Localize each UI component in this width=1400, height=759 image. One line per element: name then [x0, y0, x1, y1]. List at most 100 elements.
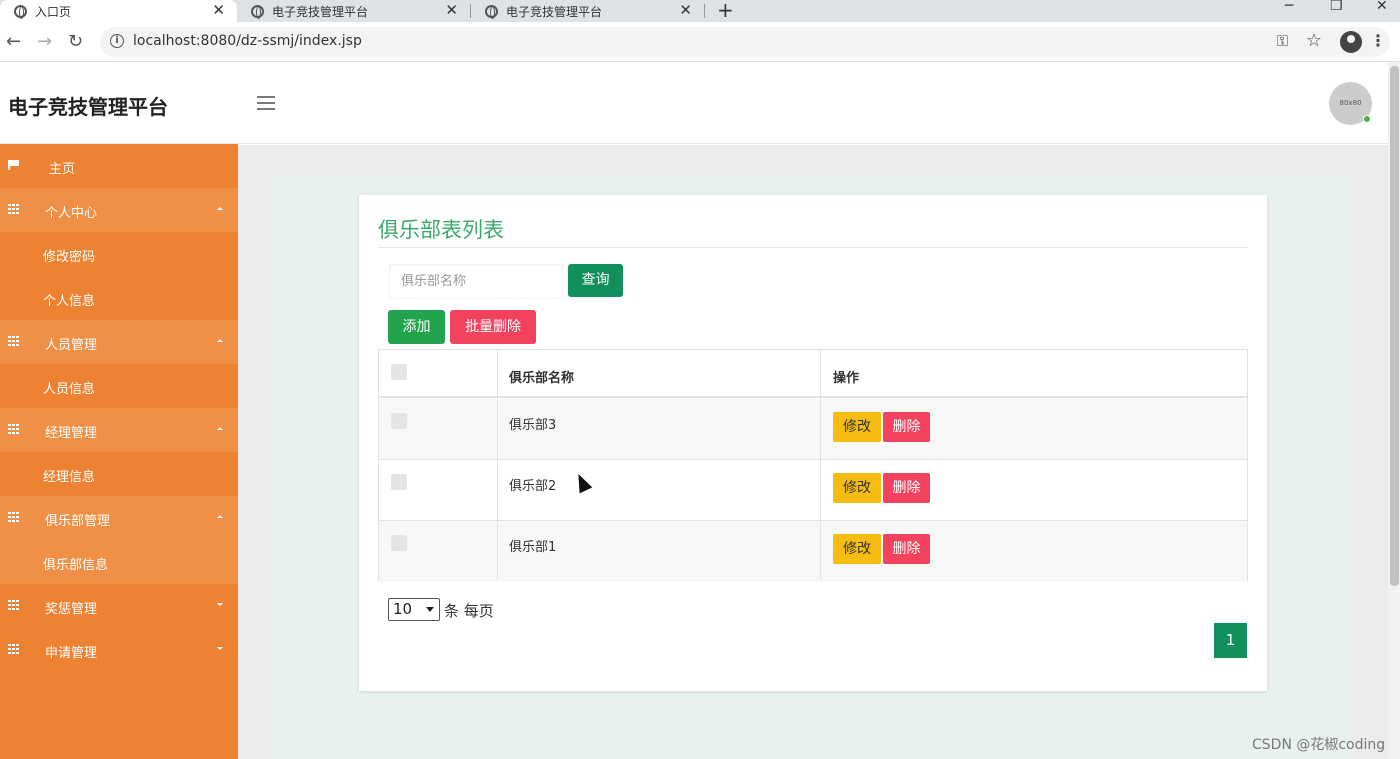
table-row: 俱乐部1 修改 删除 [379, 521, 1247, 582]
browser-tab-1[interactable]: 入口页 ✕ [0, 0, 237, 22]
address-bar: ← → ↻ i localhost:8080/dz-ssmj/index.jsp… [0, 22, 1400, 62]
sidebar-item-staff-info[interactable]: 人员信息 [0, 364, 238, 408]
url-text[interactable]: localhost:8080/dz-ssmj/index.jsp [133, 33, 362, 49]
url-field[interactable]: i localhost:8080/dz-ssmj/index.jsp ⚿ ☆ ⋮ [100, 27, 1390, 57]
delete-button[interactable]: 删除 [883, 534, 930, 564]
sidebar-item-home[interactable]: 主页 [0, 144, 238, 188]
chevron-up-icon [217, 207, 223, 210]
sidebar-group-club[interactable]: 俱乐部管理 [0, 496, 238, 540]
page-size-value: 10 [393, 600, 413, 618]
globe-icon [485, 4, 498, 19]
scrollbar-thumb[interactable] [1390, 66, 1399, 586]
column-header-name: 俱乐部名称 [509, 371, 575, 386]
chevron-up-icon [217, 515, 223, 518]
minimize-icon[interactable]: ─ [1285, 0, 1293, 14]
grid-icon [8, 512, 20, 522]
close-icon[interactable]: ✕ [212, 1, 225, 19]
new-tab-button[interactable]: + [717, 0, 734, 22]
globe-icon [251, 4, 264, 19]
forward-icon[interactable]: → [37, 31, 52, 52]
add-button[interactable]: 添加 [388, 310, 445, 344]
hamburger-icon[interactable] [257, 96, 275, 110]
browser-tab-2[interactable]: 电子竞技管理平台 ✕ [237, 0, 470, 22]
column-divider [820, 350, 821, 580]
edit-button[interactable]: 修改 [833, 473, 881, 503]
sidebar-item-label: 申请管理 [45, 646, 98, 661]
globe-icon [14, 4, 27, 19]
sidebar-group-personal[interactable]: 个人中心 [0, 188, 238, 232]
batch-delete-button[interactable]: 批量删除 [450, 310, 536, 344]
chevron-up-icon [217, 427, 223, 430]
tab-title: 电子竞技管理平台 [272, 4, 369, 19]
chevron-up-icon [217, 339, 223, 342]
reload-icon[interactable]: ↻ [68, 31, 83, 52]
club-name-cell: 俱乐部1 [509, 540, 557, 555]
table-row: 俱乐部3 修改 删除 [379, 399, 1247, 460]
info-icon[interactable]: i [110, 34, 124, 48]
sidebar-group-rewards[interactable]: 奖惩管理 [0, 584, 238, 628]
brand-title: 电子竞技管理平台 [8, 95, 168, 119]
club-name-cell: 俱乐部3 [509, 418, 557, 433]
close-icon[interactable]: ✕ [679, 1, 692, 19]
chevron-down-icon [217, 603, 223, 606]
window-close-icon[interactable]: ✕ [1376, 0, 1388, 14]
grid-icon [8, 204, 20, 214]
sidebar-item-label: 俱乐部管理 [45, 514, 111, 529]
sidebar-item-change-password[interactable]: 修改密码 [0, 232, 238, 276]
sidebar-group-applications[interactable]: 申请管理 [0, 628, 238, 672]
key-icon[interactable]: ⚿ [1277, 32, 1288, 50]
row-checkbox[interactable] [391, 413, 407, 429]
sidebar-item-label: 人员信息 [43, 382, 96, 397]
sidebar: 主页 个人中心 修改密码 个人信息 人员管理 人员信息 经理管理 经理信息 俱乐… [0, 144, 238, 759]
sidebar-item-personal-info[interactable]: 个人信息 [0, 276, 238, 320]
club-name-search-input[interactable]: 俱乐部名称 [389, 264, 563, 299]
grid-icon [8, 336, 20, 346]
edit-button[interactable]: 修改 [833, 534, 881, 564]
grid-icon [8, 424, 20, 434]
browser-tab-bar: 入口页 ✕ 电子竞技管理平台 ✕ 电子竞技管理平台 ✕ + ─ ❐ ✕ [0, 0, 1400, 22]
sidebar-item-label: 经理管理 [45, 426, 98, 441]
tab-title: 入口页 [35, 4, 72, 19]
query-button[interactable]: 查询 [568, 264, 623, 297]
watermark: CSDN @花椒coding [1252, 737, 1386, 753]
restore-icon[interactable]: ❐ [1330, 0, 1343, 14]
chevron-down-icon [217, 647, 223, 650]
tab-divider [704, 4, 705, 18]
flag-icon [8, 160, 20, 170]
delete-button[interactable]: 删除 [883, 473, 930, 503]
browser-tab-3[interactable]: 电子竞技管理平台 ✕ [471, 0, 704, 22]
page-button-1[interactable]: 1 [1214, 623, 1247, 658]
table-header: 俱乐部名称 操作 [379, 350, 1247, 398]
sidebar-item-label: 奖惩管理 [45, 602, 98, 617]
sidebar-item-label: 个人信息 [43, 294, 96, 309]
edit-button[interactable]: 修改 [833, 412, 881, 442]
row-checkbox[interactable] [391, 535, 407, 551]
club-name-cell: 俱乐部2 [509, 479, 557, 494]
back-icon[interactable]: ← [6, 31, 21, 52]
sidebar-item-label: 个人中心 [45, 206, 98, 221]
per-page-label: 条 每页 [444, 602, 494, 620]
page-size-select[interactable]: 10 [388, 598, 440, 621]
sidebar-item-label: 经理信息 [43, 470, 96, 485]
grid-icon [8, 644, 20, 654]
sidebar-item-label: 俱乐部信息 [43, 558, 109, 573]
account-icon[interactable] [1340, 31, 1362, 53]
delete-button[interactable]: 删除 [883, 412, 930, 442]
chevron-down-icon [426, 607, 434, 612]
sidebar-item-label: 人员管理 [45, 338, 98, 353]
sidebar-item-manager-info[interactable]: 经理信息 [0, 452, 238, 496]
page-title: 俱乐部表列表 [378, 218, 504, 242]
star-icon[interactable]: ☆ [1306, 30, 1322, 51]
sidebar-group-staff[interactable]: 人员管理 [0, 320, 238, 364]
close-icon[interactable]: ✕ [445, 1, 458, 19]
tab-title: 电子竞技管理平台 [506, 4, 603, 19]
menu-icon[interactable]: ⋮ [1370, 31, 1386, 50]
column-divider [497, 350, 498, 580]
grid-icon [8, 600, 20, 610]
sidebar-item-club-info[interactable]: 俱乐部信息 [0, 540, 238, 584]
sidebar-group-manager[interactable]: 经理管理 [0, 408, 238, 452]
select-all-checkbox[interactable] [391, 364, 407, 380]
row-checkbox[interactable] [391, 474, 407, 490]
club-table: 俱乐部名称 操作 俱乐部3 修改 删除 俱乐部2 修改 删除 俱乐部1 修改 删… [378, 349, 1248, 582]
divider [378, 247, 1248, 248]
